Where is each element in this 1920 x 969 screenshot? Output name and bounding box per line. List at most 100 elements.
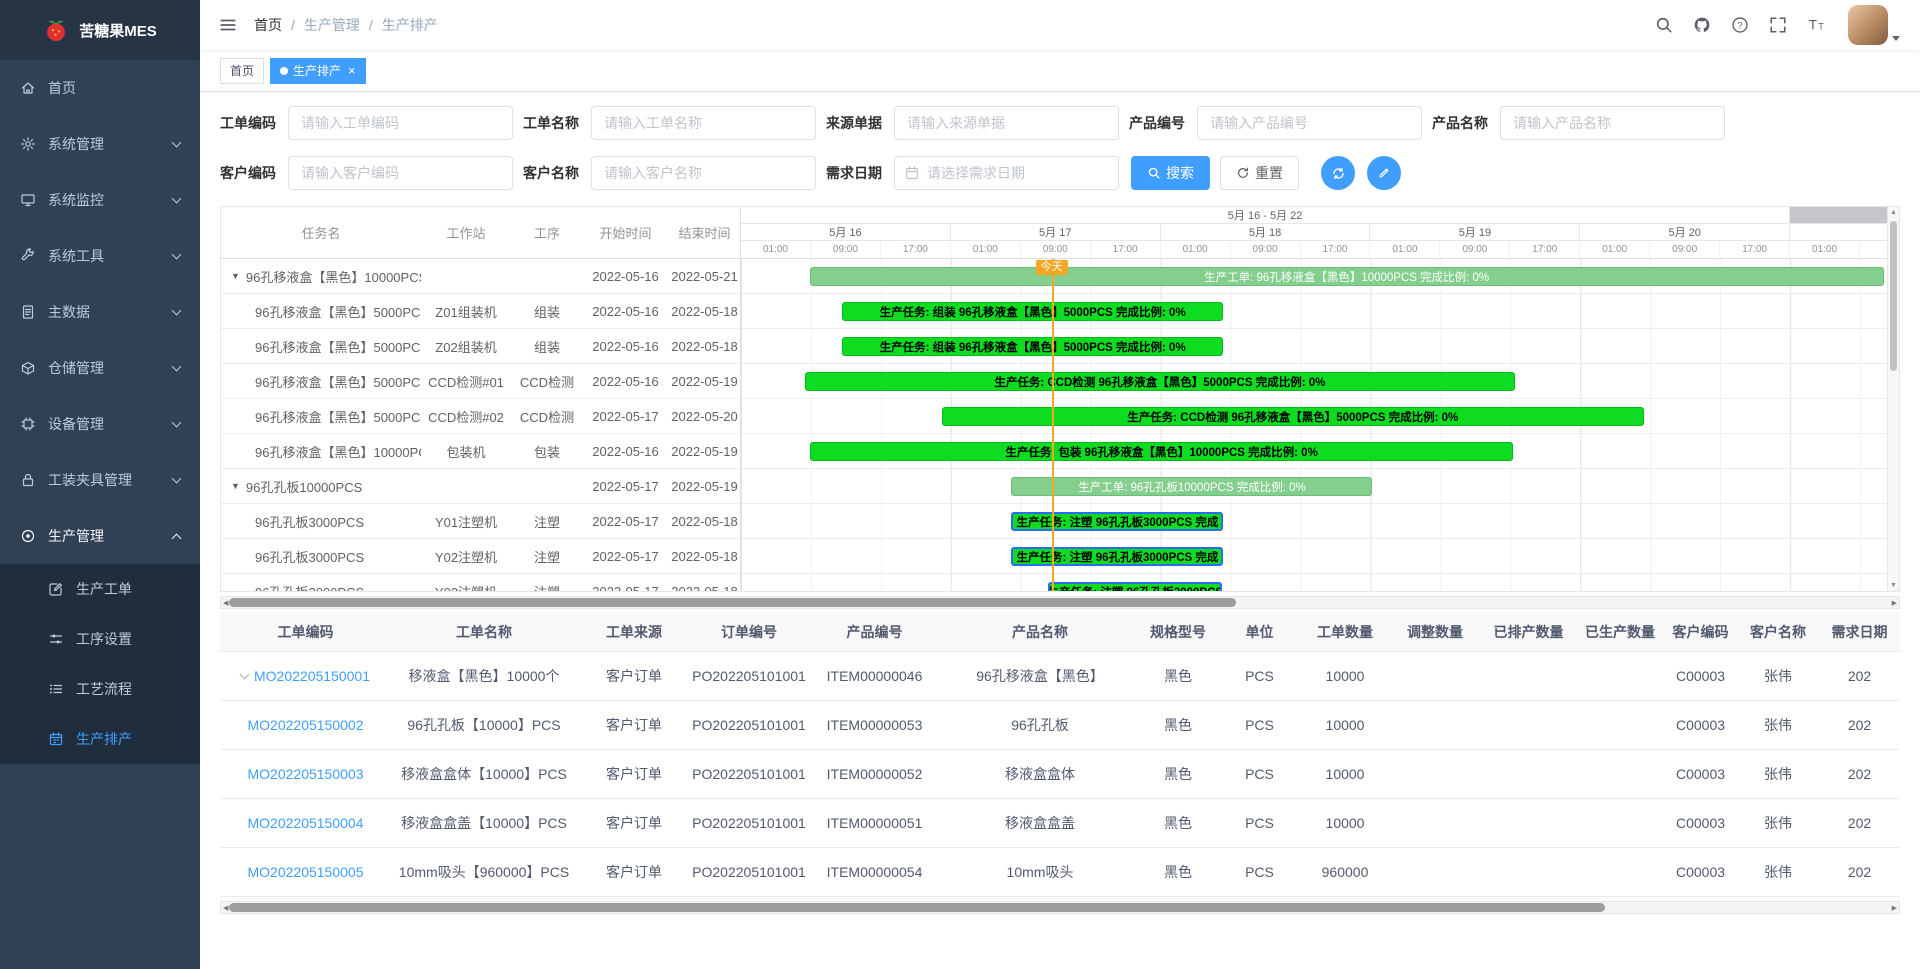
sidebar-item-production[interactable]: 生产管理	[0, 508, 200, 564]
sidebar-item-equipment[interactable]: 设备管理	[0, 396, 200, 452]
gantt-table-header: 任务名工作站工序开始时间结束时间	[221, 207, 740, 259]
order-code-link[interactable]: MO202205150001	[254, 668, 370, 684]
gantt-task-row[interactable]: 96孔移液盒【黑色】5000PCSCCD检测#02CCD检测2022-05-17…	[221, 399, 740, 434]
collapse-triangle-icon[interactable]: ▼	[231, 481, 240, 491]
orders-header-cell: 规格型号	[1138, 622, 1218, 642]
sidebar-subitem-production-schedule[interactable]: 生产排产	[0, 714, 200, 764]
gantt-chart-row[interactable]: 生产工单: 96孔孔板10000PCS 完成比例: 0%	[741, 469, 1887, 504]
collapse-triangle-icon[interactable]: ▼	[231, 271, 240, 281]
user-avatar[interactable]	[1848, 5, 1900, 45]
sidebar-item-master-data[interactable]: 主数据	[0, 284, 200, 340]
scroll-down-icon[interactable]: ▼	[1888, 582, 1899, 589]
sidebar-item-system-monitor[interactable]: 系统监控	[0, 172, 200, 228]
tab-production-schedule[interactable]: 生产排产 ×	[270, 58, 366, 84]
filter-input[interactable]	[1500, 106, 1725, 140]
gantt-bar[interactable]: 生产任务: 注塑 96孔孔板3000PCS	[1048, 582, 1222, 591]
app-logo[interactable]: 苦糖果MES	[0, 0, 200, 60]
sidebar-item-system-tools[interactable]: 系统工具	[0, 228, 200, 284]
expand-chevron-icon[interactable]	[240, 669, 250, 679]
gantt-bar[interactable]: 生产工单: 96孔移液盒【黑色】10000PCS 完成比例: 0%	[810, 267, 1884, 286]
gantt-chart-row[interactable]: 生产任务: CCD检测 96孔移液盒【黑色】5000PCS 完成比例: 0%	[741, 364, 1887, 399]
gantt-chart-row[interactable]: 生产任务: 组装 96孔移液盒【黑色】5000PCS 完成比例: 0%	[741, 294, 1887, 329]
gantt-task-row[interactable]: ▼96孔移液盒【黑色】10000PCS2022-05-162022-05-21	[221, 259, 740, 294]
scroll-left-icon[interactable]: ◀	[223, 597, 228, 608]
order-row[interactable]: MO202205150001移液盒【黑色】10000个客户订单PO2022051…	[220, 652, 1900, 701]
chevron-down-icon	[172, 194, 182, 204]
timeline-overflow-block	[1790, 207, 1887, 223]
task-station: Y02注塑机	[421, 547, 511, 566]
search-button[interactable]: 搜索	[1131, 156, 1210, 190]
filter-input[interactable]	[1197, 106, 1422, 140]
sidebar-item-home[interactable]: 首页	[0, 60, 200, 116]
help-icon[interactable]: ?	[1728, 13, 1752, 37]
sidebar-subitem-craft-flow[interactable]: 工艺流程	[0, 664, 200, 714]
font-size-icon[interactable]: TT	[1804, 13, 1828, 37]
scroll-left-icon[interactable]: ◀	[223, 902, 228, 913]
close-icon[interactable]: ×	[348, 64, 356, 77]
task-end: 2022-05-18	[668, 304, 740, 319]
date-input[interactable]	[894, 156, 1119, 190]
sidebar-item-system-admin[interactable]: 系统管理	[0, 116, 200, 172]
gantt-task-row[interactable]: 96孔孔板3000PCSY03注塑机注塑2022-05-172022-05-18	[221, 574, 740, 591]
scroll-right-icon[interactable]: ▶	[1892, 902, 1897, 913]
sync-button[interactable]	[1321, 156, 1355, 190]
sidebar-subitem-work-order[interactable]: 生产工单	[0, 564, 200, 614]
order-row[interactable]: MO202205150004移液盒盒盖【10000】PCS客户订单PO20220…	[220, 799, 1900, 848]
sidebar-subitem-process-settings[interactable]: 工序设置	[0, 614, 200, 664]
filter-input[interactable]	[288, 156, 513, 190]
gantt-chart-row[interactable]: 生产工单: 96孔移液盒【黑色】10000PCS 完成比例: 0%	[741, 259, 1887, 294]
gantt-vertical-scrollbar[interactable]: ▲ ▼	[1887, 207, 1899, 591]
order-code-link[interactable]: MO202205150004	[248, 815, 364, 831]
sidebar-item-warehouse[interactable]: 仓储管理	[0, 340, 200, 396]
gantt-chart-row[interactable]: 生产任务: 注塑 96孔孔板3000PCS 完成	[741, 539, 1887, 574]
gantt-chart-row[interactable]: 生产任务: 包装 96孔移液盒【黑色】10000PCS 完成比例: 0%	[741, 434, 1887, 469]
scrollbar-thumb[interactable]	[229, 903, 1605, 912]
scroll-right-icon[interactable]: ▶	[1892, 597, 1897, 608]
gantt-chart-row[interactable]: 生产任务: CCD检测 96孔移液盒【黑色】5000PCS 完成比例: 0%	[741, 399, 1887, 434]
gantt-bar[interactable]: 生产任务: 注塑 96孔孔板3000PCS 完成	[1011, 512, 1223, 531]
orders-horizontal-scrollbar[interactable]: ◀ ▶	[220, 901, 1900, 914]
task-name-cell: 96孔孔板3000PCS	[221, 547, 421, 566]
gantt-bar[interactable]: 生产任务: 组装 96孔移液盒【黑色】5000PCS 完成比例: 0%	[842, 337, 1224, 356]
order-row[interactable]: MO20220515000296孔孔板【10000】PCS客户订单PO20220…	[220, 701, 1900, 750]
sidebar-item-fixture[interactable]: 工装夹具管理	[0, 452, 200, 508]
order-row[interactable]: MO202205150003移液盒盒体【10000】PCS客户订单PO20220…	[220, 750, 1900, 799]
gantt-task-row[interactable]: 96孔移液盒【黑色】5000PCSZ01组装机组装2022-05-162022-…	[221, 294, 740, 329]
gantt-bar[interactable]: 生产任务: CCD检测 96孔移液盒【黑色】5000PCS 完成比例: 0%	[942, 407, 1644, 426]
gantt-chart-row[interactable]: 生产任务: 注塑 96孔孔板3000PCS	[741, 574, 1887, 591]
gantt-bar[interactable]: 生产工单: 96孔孔板10000PCS 完成比例: 0%	[1011, 477, 1372, 496]
order-row[interactable]: MO20220515000510mm吸头【960000】PCS客户订单PO202…	[220, 848, 1900, 897]
filter-input[interactable]	[591, 106, 816, 140]
search-icon[interactable]	[1652, 13, 1676, 37]
gantt-bar[interactable]: 生产任务: 注塑 96孔孔板3000PCS 完成	[1011, 547, 1223, 566]
edit-button[interactable]	[1367, 156, 1401, 190]
gantt-task-row[interactable]: 96孔孔板3000PCSY02注塑机注塑2022-05-172022-05-18	[221, 539, 740, 574]
breadcrumb-home[interactable]: 首页	[254, 15, 282, 35]
sidebar-toggle-icon[interactable]	[216, 13, 240, 37]
gantt-bar[interactable]: 生产任务: 组装 96孔移液盒【黑色】5000PCS 完成比例: 0%	[842, 302, 1224, 321]
gantt-task-row[interactable]: 96孔移液盒【黑色】5000PCSCCD检测#01CCD检测2022-05-16…	[221, 364, 740, 399]
order-code-link[interactable]: MO202205150003	[248, 766, 364, 782]
gantt-chart-body: 今天 生产工单: 96孔移液盒【黑色】10000PCS 完成比例: 0%生产任务…	[741, 259, 1887, 591]
gantt-horizontal-scrollbar[interactable]: ◀ ▶	[220, 596, 1900, 609]
gantt-chart-row[interactable]: 生产任务: 组装 96孔移液盒【黑色】5000PCS 完成比例: 0%	[741, 329, 1887, 364]
scrollbar-thumb[interactable]	[229, 598, 1236, 607]
order-code-link[interactable]: MO202205150002	[248, 717, 364, 733]
gantt-task-row[interactable]: 96孔孔板3000PCSY01注塑机注塑2022-05-172022-05-18	[221, 504, 740, 539]
github-icon[interactable]	[1690, 13, 1714, 37]
gantt-bar[interactable]: 生产任务: 包装 96孔移液盒【黑色】10000PCS 完成比例: 0%	[810, 442, 1514, 461]
gantt-bar[interactable]: 生产任务: CCD检测 96孔移液盒【黑色】5000PCS 完成比例: 0%	[805, 372, 1514, 391]
filter-input[interactable]	[288, 106, 513, 140]
gantt-task-row[interactable]: 96孔移液盒【黑色】10000PCS包装机包装2022-05-162022-05…	[221, 434, 740, 469]
tab-home[interactable]: 首页	[220, 58, 264, 84]
scrollbar-thumb[interactable]	[1890, 221, 1897, 371]
fullscreen-icon[interactable]	[1766, 13, 1790, 37]
reset-button[interactable]: 重置	[1220, 156, 1299, 190]
order-code-link[interactable]: MO202205150005	[248, 864, 364, 880]
filter-input[interactable]	[591, 156, 816, 190]
filter-input[interactable]	[894, 106, 1119, 140]
scroll-up-icon[interactable]: ▲	[1888, 209, 1899, 216]
gantt-task-row[interactable]: 96孔移液盒【黑色】5000PCSZ02组装机组装2022-05-162022-…	[221, 329, 740, 364]
gantt-task-row[interactable]: ▼96孔孔板10000PCS2022-05-172022-05-19	[221, 469, 740, 504]
gantt-chart-row[interactable]: 生产任务: 注塑 96孔孔板3000PCS 完成	[741, 504, 1887, 539]
